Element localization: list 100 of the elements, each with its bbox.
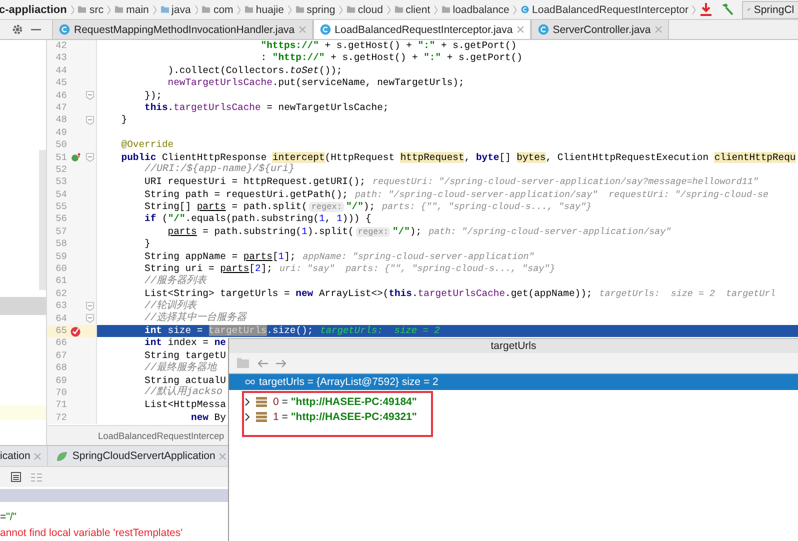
- variable-summary: targetUrls = {ArrayList@7592} size = 2: [259, 376, 438, 388]
- close-icon[interactable]: [654, 26, 662, 33]
- close-icon[interactable]: [34, 452, 42, 460]
- override-icon[interactable]: [70, 153, 80, 162]
- code-text: String uri = parts[2];: [144, 263, 272, 274]
- breadcrumb-item[interactable]: com: [213, 4, 234, 16]
- class-icon: [538, 24, 549, 35]
- fold-icon[interactable]: [86, 116, 94, 126]
- code-text: "/");: [346, 201, 376, 214]
- line-number: 57: [54, 226, 67, 238]
- chevron-icon: [386, 2, 391, 16]
- line-number: 69: [54, 374, 67, 387]
- code-text: int index = ne: [144, 337, 226, 350]
- code-text: : "http://" + s.getHost() + ":" + s.getPort(): [260, 52, 522, 65]
- breadcrumb-item[interactable]: huajie: [256, 4, 284, 16]
- list-icon[interactable]: [11, 472, 21, 482]
- line-number: 42: [54, 40, 67, 52]
- code-text: "https://" + s.getHost() + ":" + s.getPort(): [260, 40, 517, 52]
- class-icon: [521, 4, 530, 15]
- array-element-icon: [256, 412, 267, 422]
- inline-debug-value: targetUrls: size = 2: [320, 324, 440, 338]
- breadcrumb-item[interactable]: client: [406, 4, 430, 16]
- folder-icon: [346, 5, 355, 14]
- hammer-icon[interactable]: [720, 3, 734, 16]
- run-configuration-button[interactable]: SpringCl: [742, 0, 798, 18]
- line-number: 43: [54, 52, 67, 65]
- line-number: 48: [54, 114, 67, 127]
- inline-value-hint: path: "/spring-cloud-server-application/say" requestUri: "/spring-cloud-se: [355, 188, 769, 202]
- breadcrumb-item[interactable]: spring: [306, 4, 336, 16]
- line-number: 63: [54, 300, 67, 313]
- code-text: //服务器列表: [144, 274, 207, 288]
- line-number: 62: [54, 288, 67, 300]
- folder-icon: [442, 5, 450, 14]
- line-number: 65: [54, 324, 67, 338]
- breadcrumb-item[interactable]: loadbalance: [452, 4, 510, 16]
- breadcrumb-item[interactable]: src: [89, 4, 104, 16]
- code-text: @Override: [120, 139, 174, 152]
- chevron-icon: [237, 2, 241, 16]
- infinity-icon: [245, 379, 256, 385]
- inline-value-hint: requestUri: "/spring-cloud-server-application/say?message=helloword11": [372, 176, 758, 189]
- fold-icon[interactable]: [86, 314, 94, 324]
- line-number: 47: [54, 102, 67, 114]
- code-text: ).collect(Collectors.toSet());: [166, 64, 342, 78]
- inline-value-hint: uri: "say" parts: {"", "spring-cloud-s..., "say"}: [279, 263, 556, 276]
- code-text: }: [120, 114, 128, 127]
- line-number: 60: [54, 263, 67, 276]
- line-number: 53: [54, 176, 67, 189]
- fold-icon[interactable]: [86, 302, 94, 311]
- line-number: 45: [54, 77, 67, 90]
- scrollbar-thumb[interactable]: [39, 150, 46, 290]
- close-icon[interactable]: [298, 26, 306, 33]
- breadcrumb-item[interactable]: main: [126, 4, 149, 16]
- line-number: 72: [54, 412, 67, 424]
- close-icon[interactable]: [516, 26, 524, 33]
- code-text: List<HttpMessa: [144, 399, 226, 412]
- close-icon[interactable]: [219, 452, 226, 460]
- breadcrumb-item[interactable]: LoadBalancedRequestInterceptor: [532, 4, 688, 16]
- code-text: "/");: [392, 226, 422, 238]
- folder-icon: [202, 5, 210, 14]
- forward-arrow-icon[interactable]: [276, 358, 287, 368]
- line-number: 49: [54, 126, 67, 140]
- line-number: 61: [54, 275, 67, 288]
- code-text: });: [144, 90, 162, 102]
- line-number: 71: [54, 399, 67, 412]
- line-number: 67: [54, 350, 67, 362]
- breadcrumb-item[interactable]: java: [172, 4, 191, 16]
- folder-icon: [394, 5, 403, 14]
- folder-icon: [78, 5, 86, 14]
- line-number: 44: [54, 64, 67, 78]
- download-icon[interactable]: [700, 3, 712, 16]
- code-text: new By: [190, 412, 226, 424]
- line-number: 58: [54, 238, 67, 251]
- editor-tab[interactable]: LoadBalancedRequestInterceptor.java: [312, 20, 531, 39]
- breadcrumb-item[interactable]: cloud: [358, 4, 383, 16]
- code-text: if ("/".equals(path.substring(1, 1))) {: [144, 213, 372, 226]
- breakpoint-icon[interactable]: [70, 326, 81, 337]
- back-arrow-icon[interactable]: [257, 358, 268, 368]
- editor-breadcrumb[interactable]: LoadBalancedRequestIntercep: [98, 430, 224, 440]
- fold-icon[interactable]: [86, 91, 94, 100]
- code-text: public ClientHttpResponse intercept(HttpRequest httpRequest, byte[] bytes, ClientHttpRequestExecution clientHttpRequ: [120, 152, 796, 164]
- array-element[interactable]: 0 = "http://HASEE-PC:49184": [273, 396, 417, 408]
- editor-tab[interactable]: RequestMappingMethodInvocationHandler.java: [52, 20, 313, 39]
- editor-tab[interactable]: ServerController.java: [530, 20, 669, 39]
- line-number: 70: [54, 386, 67, 400]
- code-text: //默认用jackso: [144, 386, 223, 400]
- line-number: 66: [54, 337, 67, 350]
- tree-root-row[interactable]: targetUrls = {ArrayList@7592} size = 2: [229, 374, 798, 390]
- fold-icon[interactable]: [86, 153, 94, 162]
- code-text: String actualU: [144, 374, 226, 386]
- minimize-icon[interactable]: [31, 28, 41, 30]
- leaf-icon: [56, 450, 68, 462]
- code-text: String[] parts = path.split(: [144, 201, 308, 214]
- settings-icon[interactable]: [12, 24, 23, 35]
- folder-icon: [296, 5, 304, 14]
- inline-value-hint: path: "/spring-cloud-server-application/say": [428, 226, 672, 238]
- layout-icon[interactable]: [31, 472, 42, 482]
- popup-title: targetUrls: [229, 339, 798, 353]
- array-element[interactable]: 1 = "http://HASEE-PC:49321": [273, 410, 417, 422]
- folder-icon: [160, 5, 169, 14]
- evaluation-result: ="/": [0, 510, 18, 525]
